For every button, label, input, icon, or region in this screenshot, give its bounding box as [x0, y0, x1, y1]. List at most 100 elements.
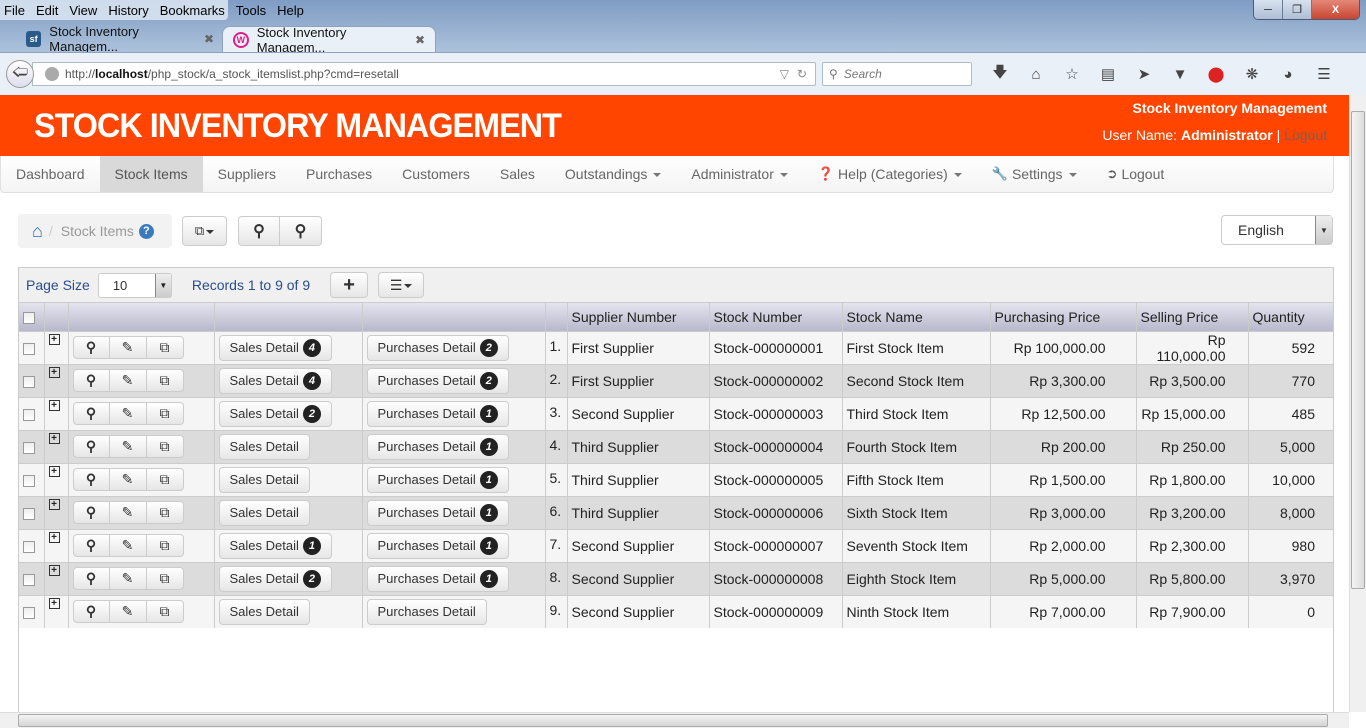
- vertical-scroll-thumb[interactable]: [1351, 111, 1365, 589]
- reload-icon[interactable]: ↻: [797, 67, 807, 81]
- column-header-selling-price[interactable]: Selling Price: [1136, 303, 1249, 331]
- downloads-icon[interactable]: 🡇: [982, 62, 1018, 87]
- sales-detail-button[interactable]: Sales Detail 2: [218, 400, 332, 427]
- sales-detail-button[interactable]: Sales Detail 1: [218, 532, 332, 559]
- minimize-button[interactable]: ─: [1254, 0, 1283, 19]
- copy-button[interactable]: ⧉: [146, 435, 184, 458]
- purchases-detail-button[interactable]: Purchases Detail 1: [366, 433, 509, 460]
- column-header-supplier-number[interactable]: Supplier Number: [567, 303, 710, 331]
- hamburger-menu-icon[interactable]: ☰: [1306, 65, 1342, 83]
- expand-row-icon[interactable]: +: [48, 465, 60, 477]
- page-size-select[interactable]: 10 ▼: [97, 272, 172, 298]
- view-button[interactable]: ⚲: [72, 534, 110, 557]
- browser-search-input[interactable]: ⚲ Search: [822, 62, 972, 86]
- purchases-detail-button[interactable]: Purchases Detail 2: [366, 334, 509, 361]
- purchases-detail-button[interactable]: Purchases Detail 1: [366, 400, 509, 427]
- back-button[interactable]: 🢠: [6, 60, 34, 88]
- edit-button[interactable]: ✎: [109, 402, 147, 425]
- view-button[interactable]: ⚲: [72, 435, 110, 458]
- bug-icon[interactable]: ❋: [1234, 65, 1270, 83]
- purchases-detail-button[interactable]: Purchases Detail 1: [366, 466, 509, 493]
- row-checkbox[interactable]: [23, 408, 35, 421]
- copy-button[interactable]: ⧉: [146, 369, 184, 392]
- expand-row-icon[interactable]: +: [48, 498, 60, 510]
- home-icon[interactable]: ⌂: [32, 221, 43, 242]
- restore-button[interactable]: ❐: [1283, 0, 1312, 19]
- row-checkbox[interactable]: [23, 474, 35, 487]
- edit-button[interactable]: ✎: [109, 600, 147, 624]
- nav-administrator[interactable]: Administrator: [676, 156, 802, 192]
- copy-button[interactable]: ⧉: [146, 336, 184, 359]
- column-header-quantity[interactable]: Quantity: [1248, 303, 1334, 331]
- copy-button[interactable]: ⧉: [146, 534, 184, 557]
- language-select[interactable]: English ▼: [1221, 215, 1333, 245]
- list-options-button[interactable]: ☰: [378, 272, 425, 298]
- close-tab-icon[interactable]: ✖: [204, 32, 214, 46]
- purchases-detail-button[interactable]: Purchases Detail 1: [366, 499, 509, 526]
- row-checkbox[interactable]: [23, 375, 35, 388]
- expand-row-icon[interactable]: +: [48, 432, 60, 444]
- edit-button[interactable]: ✎: [109, 468, 147, 491]
- header-logout-link[interactable]: Logout: [1284, 127, 1327, 143]
- edit-button[interactable]: ✎: [109, 369, 147, 392]
- row-checkbox[interactable]: [23, 507, 35, 520]
- menu-view[interactable]: View: [69, 3, 97, 18]
- edit-button[interactable]: ✎: [109, 435, 147, 458]
- download-helper-icon[interactable]: ▼: [1162, 66, 1198, 83]
- row-checkbox[interactable]: [23, 441, 35, 454]
- nav-help[interactable]: ❓ Help (Categories): [803, 156, 977, 192]
- view-button[interactable]: ⚲: [72, 567, 110, 590]
- search-button[interactable]: ⚲: [238, 216, 280, 246]
- nav-stock-items[interactable]: Stock Items: [99, 156, 203, 192]
- close-tab-icon[interactable]: ✖: [415, 33, 425, 47]
- sales-detail-button[interactable]: Sales Detail 4: [218, 334, 332, 361]
- purchases-detail-button[interactable]: Purchases Detail 1: [366, 532, 509, 559]
- column-header-stock-number[interactable]: Stock Number: [709, 303, 843, 331]
- purchases-detail-button[interactable]: Purchases Detail: [366, 598, 487, 625]
- sales-detail-button[interactable]: Sales Detail 4: [218, 367, 332, 394]
- nav-customers[interactable]: Customers: [387, 156, 485, 192]
- menu-tools[interactable]: Tools: [236, 3, 266, 18]
- menu-file[interactable]: File: [4, 3, 25, 18]
- expand-row-icon[interactable]: +: [48, 399, 60, 411]
- menu-bookmarks[interactable]: Bookmarks: [160, 3, 225, 18]
- copy-button[interactable]: ⧉: [146, 402, 184, 425]
- expand-row-icon[interactable]: +: [48, 597, 60, 609]
- expand-row-icon[interactable]: +: [48, 333, 60, 345]
- history-icon[interactable]: ◕: [1270, 66, 1306, 83]
- bookmark-star-icon[interactable]: ☆: [1054, 65, 1090, 83]
- column-header-stock-name[interactable]: Stock Name: [842, 303, 991, 331]
- close-window-button[interactable]: X: [1312, 0, 1359, 19]
- reading-list-icon[interactable]: ▤: [1090, 65, 1126, 83]
- adblock-icon[interactable]: ⬤: [1198, 65, 1234, 83]
- copy-button[interactable]: ⧉: [146, 501, 184, 524]
- view-button[interactable]: ⚲: [72, 600, 110, 624]
- send-icon[interactable]: ➤: [1126, 65, 1162, 83]
- sales-detail-button[interactable]: Sales Detail: [218, 433, 310, 460]
- nav-suppliers[interactable]: Suppliers: [203, 156, 291, 192]
- expand-row-icon[interactable]: +: [48, 531, 60, 543]
- view-button[interactable]: ⚲: [72, 336, 110, 359]
- menu-edit[interactable]: Edit: [36, 3, 58, 18]
- copy-button[interactable]: ⧉: [146, 567, 184, 590]
- url-bar[interactable]: http://localhost/php_stock/a_stock_items…: [32, 62, 816, 86]
- view-button[interactable]: ⚲: [72, 468, 110, 491]
- expand-row-icon[interactable]: +: [48, 366, 60, 378]
- view-button[interactable]: ⚲: [72, 501, 110, 524]
- advanced-search-button[interactable]: ⚲: [280, 216, 322, 246]
- sales-detail-button[interactable]: Sales Detail: [218, 598, 310, 625]
- dropdown-history-icon[interactable]: ▽: [780, 67, 789, 81]
- view-button[interactable]: ⚲: [72, 402, 110, 425]
- row-checkbox[interactable]: [23, 573, 35, 586]
- nav-logout[interactable]: ➲ Logout: [1092, 156, 1180, 192]
- nav-sales[interactable]: Sales: [485, 156, 550, 192]
- add-button[interactable]: +: [330, 272, 369, 298]
- copy-button[interactable]: ⧉: [146, 468, 184, 491]
- export-button[interactable]: ⧉: [182, 216, 227, 246]
- row-checkbox[interactable]: [23, 607, 35, 620]
- purchases-detail-button[interactable]: Purchases Detail 1: [366, 565, 509, 592]
- home-icon[interactable]: ⌂: [1018, 66, 1054, 83]
- horizontal-scroll-thumb[interactable]: [18, 714, 1328, 727]
- nav-outstandings[interactable]: Outstandings: [550, 156, 677, 192]
- edit-button[interactable]: ✎: [109, 501, 147, 524]
